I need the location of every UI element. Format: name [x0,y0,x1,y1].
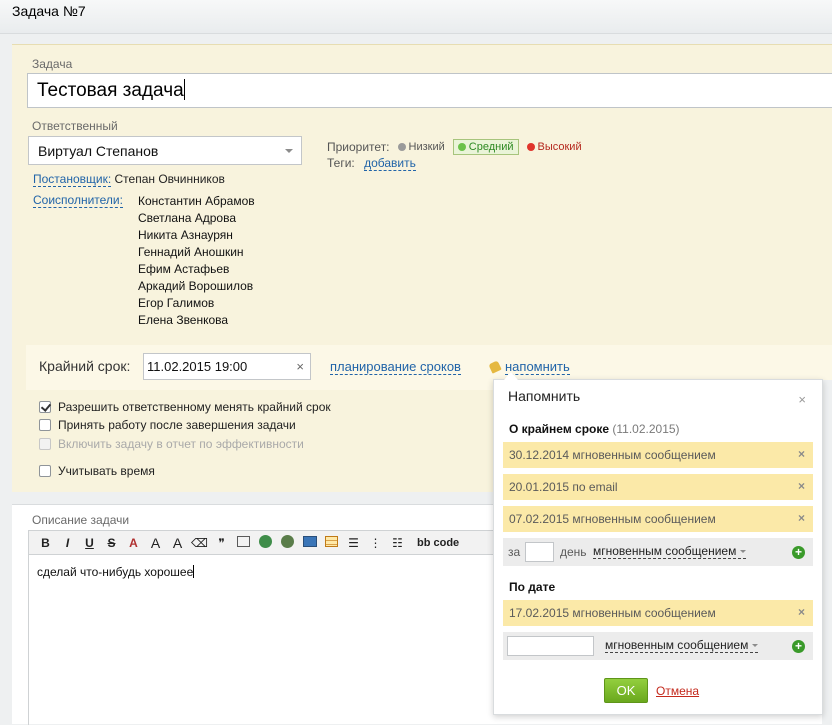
unlink-icon[interactable] [277,534,298,551]
creator-name: Степан Овчинников [114,172,225,186]
add-icon[interactable]: + [792,546,805,559]
days-input[interactable] [525,542,554,562]
description-text: сделай что-нибудь хорошее [37,565,194,579]
underline-button[interactable]: U [79,536,100,550]
prefix-label: за [508,545,521,559]
chevron-down-icon [285,149,293,153]
window-title: Задача №7 [12,3,86,19]
deadline-section-title: О крайнем сроке (11.02.2015) [509,422,680,436]
add-date-reminder-row: мгновенным сообщением + [503,632,813,660]
close-icon[interactable]: × [798,392,806,407]
planning-link[interactable]: планирование сроков [330,359,461,375]
task-title-input[interactable]: Тестовая задача [27,73,832,108]
list-item: Ефим Астафьев [138,262,230,276]
clear-icon[interactable]: × [296,359,304,374]
font-size-button[interactable]: A [145,535,166,551]
task-title-value: Тестовая задача [37,80,184,101]
option-track-time[interactable]: Учитывать время [39,464,155,478]
reminder-row: 07.02.2015 мгновенным сообщением × [503,506,813,532]
list-item: Константин Абрамов [138,194,255,208]
checkbox[interactable] [39,465,51,477]
coexecutors-link[interactable]: Соисполнители: [33,193,123,208]
add-icon[interactable]: + [792,640,805,653]
remove-icon[interactable]: × [798,605,805,619]
eraser-icon[interactable]: ⌫ [189,536,210,550]
tags-row: Теги: добавить [327,156,416,171]
strike-button[interactable]: S [101,536,122,550]
red-dot-icon [526,143,535,151]
add-relative-reminder-row: за день мгновенным сообщением + [503,538,813,566]
bell-icon [488,360,502,374]
italic-button[interactable]: I [57,536,78,550]
font-color-button[interactable]: A [123,536,144,550]
responsible-label: Ответственный [32,119,118,133]
font-family-button[interactable]: A [167,535,188,551]
deadline-input[interactable]: 11.02.2015 19:00 × [143,353,311,380]
coexecutors-list: Константин Абрамов Светлана Адрова Никит… [138,193,255,329]
creator-row: Постановщик: Степан Овчинников [33,172,225,187]
bold-button[interactable]: B [35,536,56,550]
bbcode-button[interactable]: bb code [417,537,459,549]
option-allow-change-deadline[interactable]: Разрешить ответственному менять крайний … [39,400,331,414]
reminder-row: 30.12.2014 мгновенным сообщением × [503,442,813,468]
numbered-list-icon[interactable]: ⋮ [365,536,386,550]
bullet-list-icon[interactable]: ☷ [387,536,408,550]
cancel-link[interactable]: Отмена [656,684,699,698]
unit-label: день [560,545,587,559]
task-title-label: Задача [32,57,73,71]
remove-icon[interactable]: × [798,511,805,525]
priority-medium[interactable]: Средний [452,139,519,155]
checkbox[interactable] [39,419,51,431]
list-item: Никита Азнаурян [138,228,233,242]
remind-row: напомнить [488,359,570,375]
list-item: Светлана Адрова [138,211,236,225]
coexecutors-row: Соисполнители: [33,193,123,208]
checkbox [39,438,51,450]
tags-label: Теги: [327,156,355,170]
chevron-down-icon [740,550,747,553]
description-label: Описание задачи [32,513,130,527]
quote-icon[interactable]: ❞ [211,536,232,550]
table-icon[interactable] [321,535,342,550]
planning-row: планирование сроков [330,359,461,375]
align-icon[interactable]: ☰ [343,536,364,550]
scrollbar[interactable] [822,380,832,724]
checkbox[interactable] [39,401,51,413]
responsible-select[interactable]: Виртуал Степанов [28,136,302,165]
priority-high[interactable]: Высокий [526,141,582,153]
reminder-row: 20.01.2015 по email × [503,474,813,500]
list-item: Егор Галимов [138,296,215,310]
creator-link[interactable]: Постановщик: [33,172,112,187]
priority-label: Приоритет: [327,140,390,154]
image-icon[interactable] [299,535,320,550]
window-header: Задача №7 [0,0,832,34]
remove-icon[interactable]: × [798,479,805,493]
deadline-value: 11.02.2015 19:00 [147,359,248,374]
list-item: Геннадий Аношкин [138,245,244,259]
reminder-row: 17.02.2015 мгновенным сообщением × [503,600,813,626]
option-accept-work[interactable]: Принять работу после завершения задачи [39,418,296,432]
code-icon[interactable] [233,535,254,550]
insert-link-icon[interactable] [255,534,276,551]
via-dropdown[interactable]: мгновенным сообщением [605,638,759,653]
popup-title: Напомнить [508,388,581,404]
ok-button[interactable]: OK [604,678,648,703]
priority-group: Приоритет: Низкий Средний Высокий [327,139,582,155]
gray-dot-icon [397,143,406,151]
green-dot-icon [457,143,466,151]
date-section-title: По дате [509,580,556,594]
add-tag-link[interactable]: добавить [364,156,416,171]
deadline-label: Крайний срок: [39,358,131,374]
remind-popup: Напомнить × О крайнем сроке (11.02.2015)… [493,372,823,715]
responsible-value: Виртуал Степанов [38,143,159,159]
remove-icon[interactable]: × [798,447,805,461]
via-dropdown[interactable]: мгновенным сообщением [593,544,747,559]
option-include-report: Включить задачу в отчет по эффективности [39,437,304,451]
date-input[interactable] [507,636,594,656]
chevron-down-icon [752,644,759,647]
priority-low[interactable]: Низкий [397,141,445,153]
list-item: Елена Звенкова [138,313,229,327]
list-item: Аркадий Ворошилов [138,279,254,293]
